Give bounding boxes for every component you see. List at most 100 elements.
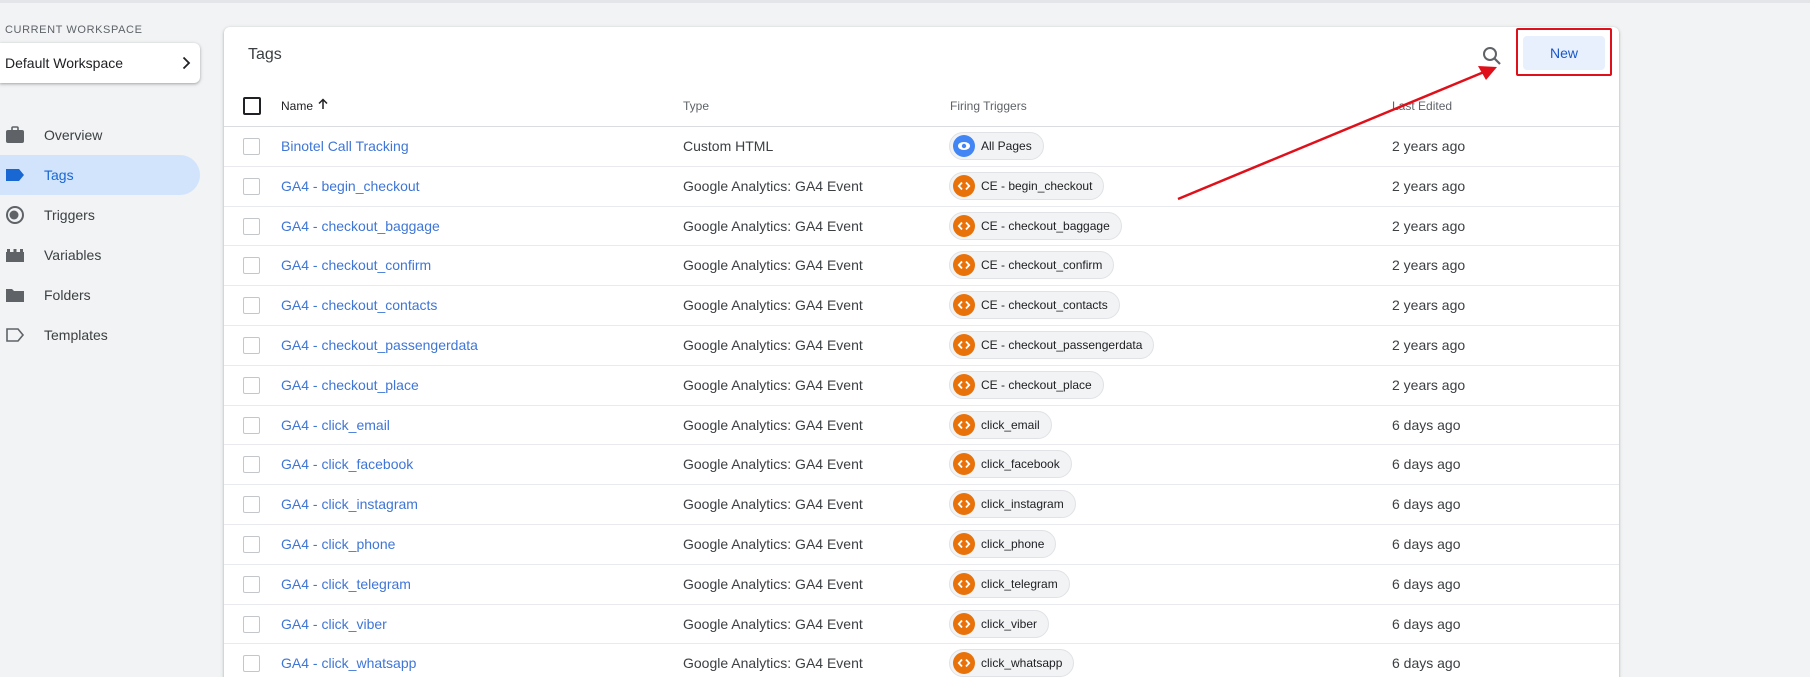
trigger-chip[interactable]: click_viber xyxy=(949,609,1050,638)
table-row[interactable]: GA4 - checkout_place Google Analytics: GA… xyxy=(224,366,1619,406)
last-edited: 6 days ago xyxy=(1392,456,1461,473)
tag-name-link[interactable]: GA4 - checkout_baggage xyxy=(281,218,440,234)
top-divider xyxy=(0,0,1810,3)
tag-name-link[interactable]: GA4 - begin_checkout xyxy=(281,178,420,194)
trigger-chip-label: click_facebook xyxy=(981,457,1060,472)
table-row[interactable]: GA4 - checkout_baggage Google Analytics: … xyxy=(224,207,1619,247)
trigger-chip-label: click_email xyxy=(981,417,1040,432)
search-icon[interactable] xyxy=(1480,44,1504,68)
table-row[interactable]: GA4 - begin_checkout Google Analytics: GA… xyxy=(224,167,1619,207)
code-icon xyxy=(953,413,975,436)
column-header-last-edited[interactable]: Last Edited xyxy=(1392,99,1452,113)
tag-name-link[interactable]: Binotel Call Tracking xyxy=(281,138,409,154)
trigger-chip[interactable]: CE - checkout_contacts xyxy=(949,291,1120,320)
tag-type: Google Analytics: GA4 Event xyxy=(683,575,863,592)
row-checkbox[interactable] xyxy=(243,297,260,315)
table-row[interactable]: GA4 - checkout_passengerdata Google Analy… xyxy=(224,326,1619,366)
sidebar-item-templates[interactable]: Templates xyxy=(0,315,200,355)
trigger-chip[interactable]: CE - checkout_confirm xyxy=(949,251,1115,280)
new-tag-button[interactable]: New xyxy=(1523,36,1605,70)
last-edited: 2 years ago xyxy=(1392,336,1466,353)
column-header-name[interactable]: Name xyxy=(281,98,329,113)
workspace-selector[interactable]: Default Workspace xyxy=(0,43,200,83)
trigger-chip[interactable]: All Pages xyxy=(949,132,1044,160)
table-row[interactable]: GA4 - checkout_contacts Google Analytics:… xyxy=(224,286,1619,326)
tag-name-link[interactable]: GA4 - click_phone xyxy=(281,536,395,552)
row-checkbox[interactable] xyxy=(243,496,260,514)
variables-icon xyxy=(0,247,44,263)
last-edited: 2 years ago xyxy=(1392,217,1466,234)
row-checkbox[interactable] xyxy=(243,655,260,673)
column-header-name-label: Name xyxy=(281,98,314,113)
tag-name-link[interactable]: GA4 - checkout_place xyxy=(281,377,419,393)
row-checkbox[interactable] xyxy=(243,138,260,155)
table-row[interactable]: GA4 - click_facebook Google Analytics: GA… xyxy=(224,445,1619,486)
row-checkbox[interactable] xyxy=(243,456,260,474)
tag-name-link[interactable]: GA4 - checkout_passengerdata xyxy=(281,337,478,353)
tag-name-link[interactable]: GA4 - click_instagram xyxy=(281,496,418,512)
row-checkbox[interactable] xyxy=(243,336,260,354)
row-checkbox[interactable] xyxy=(243,575,260,593)
trigger-chip-label: CE - checkout_contacts xyxy=(981,298,1108,313)
sidebar-nav: Overview Tags Triggers Variables Folders xyxy=(0,115,200,355)
tag-name-link[interactable]: GA4 - checkout_contacts xyxy=(281,297,437,313)
sidebar-item-label: Templates xyxy=(44,327,108,343)
last-edited: 2 years ago xyxy=(1392,376,1466,393)
sidebar-item-label: Folders xyxy=(44,287,91,303)
tag-name-link[interactable]: GA4 - click_facebook xyxy=(281,456,413,472)
row-checkbox[interactable] xyxy=(243,615,260,633)
trigger-chip-label: CE - begin_checkout xyxy=(981,178,1093,193)
row-checkbox[interactable] xyxy=(243,217,260,235)
last-edited: 6 days ago xyxy=(1392,655,1461,672)
sidebar-item-overview[interactable]: Overview xyxy=(0,115,200,155)
row-checkbox[interactable] xyxy=(243,177,260,195)
table-row[interactable]: GA4 - click_telegram Google Analytics: GA… xyxy=(224,565,1619,605)
tag-type: Google Analytics: GA4 Event xyxy=(683,217,863,234)
column-header-triggers[interactable]: Firing Triggers xyxy=(950,99,1027,113)
table-row[interactable]: GA4 - checkout_confirm Google Analytics: … xyxy=(224,246,1619,287)
trigger-chip[interactable]: CE - begin_checkout xyxy=(949,171,1105,200)
tag-icon xyxy=(0,167,44,183)
trigger-chip-label: CE - checkout_passengerdata xyxy=(981,337,1143,352)
tag-name-link[interactable]: GA4 - click_email xyxy=(281,417,390,433)
sidebar-item-folders[interactable]: Folders xyxy=(0,275,200,315)
last-edited: 6 days ago xyxy=(1392,496,1461,513)
trigger-chip[interactable]: click_phone xyxy=(949,529,1057,558)
table-row[interactable]: GA4 - click_viber Google Analytics: GA4 E… xyxy=(224,605,1619,645)
arrow-up-icon xyxy=(317,98,329,113)
sidebar-item-tags[interactable]: Tags xyxy=(0,155,200,195)
table-row[interactable]: GA4 - click_email Google Analytics: GA4 E… xyxy=(224,406,1619,446)
trigger-chip[interactable]: click_email xyxy=(949,410,1052,439)
select-all-checkbox[interactable] xyxy=(243,97,261,115)
trigger-chip[interactable]: CE - checkout_baggage xyxy=(949,211,1122,240)
tag-type: Google Analytics: GA4 Event xyxy=(683,535,863,552)
tag-name-link[interactable]: GA4 - checkout_confirm xyxy=(281,257,431,273)
chevron-right-icon xyxy=(172,55,200,71)
sidebar-item-triggers[interactable]: Triggers xyxy=(0,195,200,235)
tag-type: Google Analytics: GA4 Event xyxy=(683,615,863,632)
row-checkbox[interactable] xyxy=(243,535,260,553)
trigger-chip[interactable]: CE - checkout_place xyxy=(949,370,1104,399)
trigger-chip[interactable]: click_facebook xyxy=(949,450,1072,479)
sidebar-item-variables[interactable]: Variables xyxy=(0,235,200,275)
table-row[interactable]: GA4 - click_phone Google Analytics: GA4 E… xyxy=(224,525,1619,565)
trigger-chip-label: click_viber xyxy=(981,616,1038,631)
trigger-chip[interactable]: click_instagram xyxy=(949,490,1076,519)
tag-type: Google Analytics: GA4 Event xyxy=(683,297,863,314)
trigger-chip[interactable]: CE - checkout_passengerdata xyxy=(949,330,1155,359)
tag-name-link[interactable]: GA4 - click_telegram xyxy=(281,576,411,592)
table-row[interactable]: Binotel Call Tracking Custom HTML All Page… xyxy=(224,127,1619,167)
tag-name-link[interactable]: GA4 - click_viber xyxy=(281,616,387,632)
table-row[interactable]: GA4 - click_whatsapp Google Analytics: GA… xyxy=(224,644,1619,677)
row-checkbox[interactable] xyxy=(243,376,260,394)
table-row[interactable]: GA4 - click_instagram Google Analytics: G… xyxy=(224,485,1619,525)
row-checkbox[interactable] xyxy=(243,257,260,275)
trigger-chip[interactable]: click_whatsapp xyxy=(949,649,1075,677)
tag-name-link[interactable]: GA4 - click_whatsapp xyxy=(281,655,416,671)
trigger-chip[interactable]: click_telegram xyxy=(949,569,1070,598)
row-checkbox[interactable] xyxy=(243,416,260,434)
tag-type: Google Analytics: GA4 Event xyxy=(683,416,863,433)
trigger-chip-label: CE - checkout_confirm xyxy=(981,258,1103,273)
column-header-type[interactable]: Type xyxy=(683,99,709,113)
sidebar-item-label: Tags xyxy=(44,167,74,183)
